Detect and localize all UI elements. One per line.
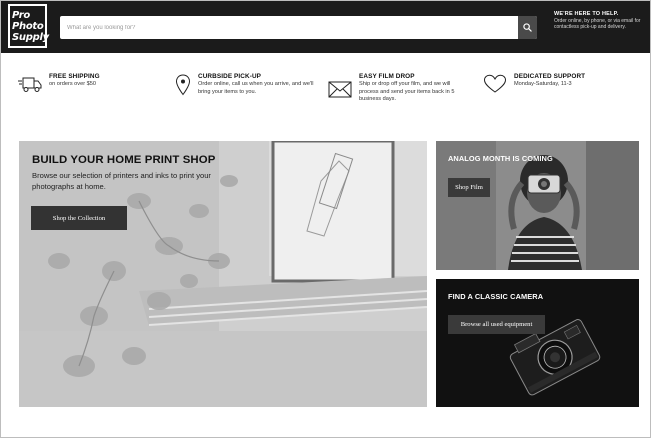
pro-photo-supply-logo[interactable]: Pro Photo Supply xyxy=(8,4,49,48)
truck-icon xyxy=(18,77,42,92)
feature-text: Ship or drop off your film, and we will … xyxy=(359,81,455,103)
hero-banner[interactable]: BUILD YOUR HOME PRINT SHOP Browse our se… xyxy=(19,141,427,407)
mail-icon xyxy=(328,81,352,98)
shop-film-button[interactable]: Shop Film xyxy=(448,178,490,197)
hero-subtitle: Browse our selection of printers and ink… xyxy=(32,171,211,191)
help-info: WE'RE HERE TO HELP. Order online, by pho… xyxy=(554,11,646,31)
analog-month-title: ANALOG MONTH IS COMING xyxy=(448,154,553,163)
logo-line-2: Photo xyxy=(12,20,44,32)
feature-text: Order online, call us when you arrive, a… xyxy=(198,81,314,95)
hero-title: BUILD YOUR HOME PRINT SHOP xyxy=(32,154,216,166)
feature-title: EASY FILM DROP xyxy=(359,73,415,80)
help-text: Order online, by phone, or via email for… xyxy=(554,18,641,31)
features-bar: FREE SHIPPING on orders over $50 CURBSID… xyxy=(0,72,651,116)
logo-line-3: Supply xyxy=(12,31,49,43)
feature-easy-film-drop: EASY FILM DROP Ship or drop off your fil… xyxy=(328,72,473,104)
feature-text: on orders over $50 xyxy=(49,81,96,87)
classic-camera-panel[interactable]: FIND A CLASSIC CAMERA Browse all used eq… xyxy=(436,279,639,407)
classic-camera-title: FIND A CLASSIC CAMERA xyxy=(448,292,544,301)
feature-title: CURBSIDE PICK-UP xyxy=(198,73,262,80)
feature-free-shipping: FREE SHIPPING on orders over $50 xyxy=(18,72,158,94)
feature-text: Monday-Saturday, 11-3 xyxy=(514,81,572,87)
site-header: Pro Photo Supply WE'RE HERE TO HELP. Ord… xyxy=(1,1,650,53)
search-button[interactable] xyxy=(518,16,537,39)
browse-used-equipment-button[interactable]: Browse all used equipment xyxy=(448,315,545,334)
feature-title: DEDICATED SUPPORT xyxy=(514,73,586,80)
analog-month-panel[interactable]: ANALOG MONTH IS COMING Shop Film xyxy=(436,141,639,270)
search-bar xyxy=(60,16,537,39)
search-icon xyxy=(523,23,532,32)
shop-collection-button[interactable]: Shop the Collection xyxy=(31,206,127,230)
help-title: WE'RE HERE TO HELP. xyxy=(554,11,619,17)
heart-icon xyxy=(483,74,507,93)
feature-curbside-pickup: CURBSIDE PICK-UP Order online, call us w… xyxy=(175,72,323,96)
search-input[interactable] xyxy=(60,16,515,39)
feature-title: FREE SHIPPING xyxy=(49,73,100,80)
feature-dedicated-support: DEDICATED SUPPORT Monday-Saturday, 11-3 xyxy=(483,72,623,94)
logo-line-1: Pro xyxy=(12,9,30,21)
map-pin-icon xyxy=(175,74,191,96)
